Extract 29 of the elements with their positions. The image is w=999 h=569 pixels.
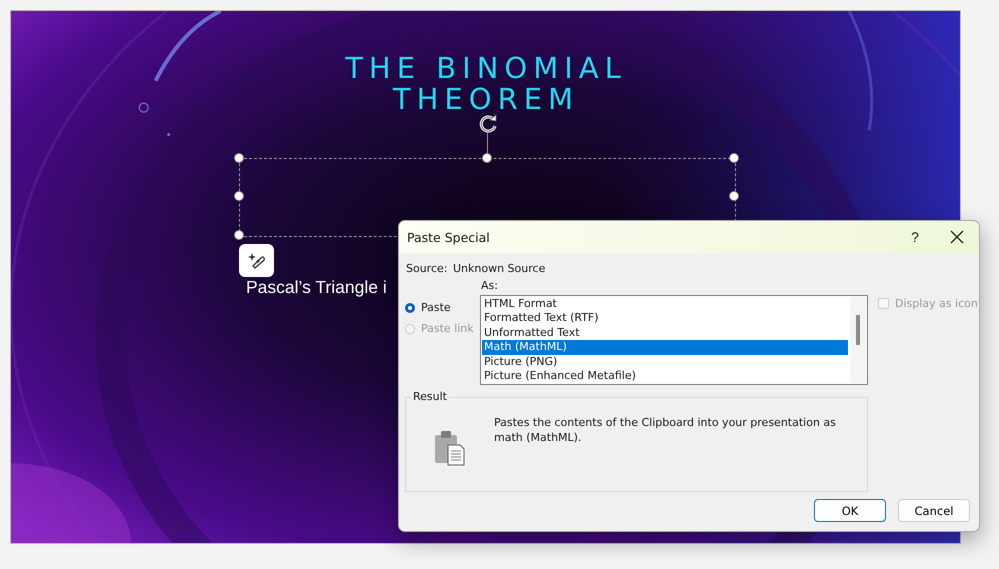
help-button[interactable]: ? — [895, 229, 935, 245]
result-description: Pastes the contents of the Clipboard into your presentation as math (MathML). — [494, 415, 837, 445]
option-label: Paste link — [421, 322, 474, 335]
radio-button[interactable] — [405, 302, 415, 312]
dialog-button[interactable]: Cancel — [898, 499, 970, 522]
source-value: Unknown Source — [453, 262, 546, 275]
as-label: As: — [481, 279, 498, 292]
designer-button[interactable] — [239, 244, 274, 277]
slide-body-text: Pascal’s Triangle i — [246, 277, 387, 298]
group-label: Result — [411, 390, 449, 403]
option-label: Paste — [421, 301, 451, 314]
scrollbar-thumb[interactable] — [856, 315, 860, 345]
format-item[interactable]: Unformatted Text — [482, 326, 848, 340]
clipboard-icon — [433, 430, 467, 466]
format-item[interactable]: Picture (PNG) — [482, 354, 848, 369]
format-item[interactable]: Formatted Text (RTF) — [482, 311, 848, 326]
format-item[interactable]: Picture (Enhanced Metafile) — [482, 368, 848, 384]
slide-title: THE BINOMIAL THEOREM — [344, 53, 628, 115]
format-item[interactable]: Math (MathML) — [482, 340, 848, 355]
paste-option[interactable]: Paste — [405, 301, 451, 314]
rotate-handle-icon[interactable] — [477, 112, 499, 134]
dialog-button[interactable]: OK — [814, 499, 886, 522]
source-label: Source: — [406, 262, 448, 275]
magic-wand-icon — [246, 250, 266, 270]
checkbox-label: Display as icon — [895, 297, 978, 310]
dialog-title: Paste Special — [406, 230, 491, 244]
close-icon — [950, 230, 964, 244]
format-item[interactable]: HTML Format — [482, 297, 848, 312]
scrollbar[interactable] — [850, 297, 866, 383]
